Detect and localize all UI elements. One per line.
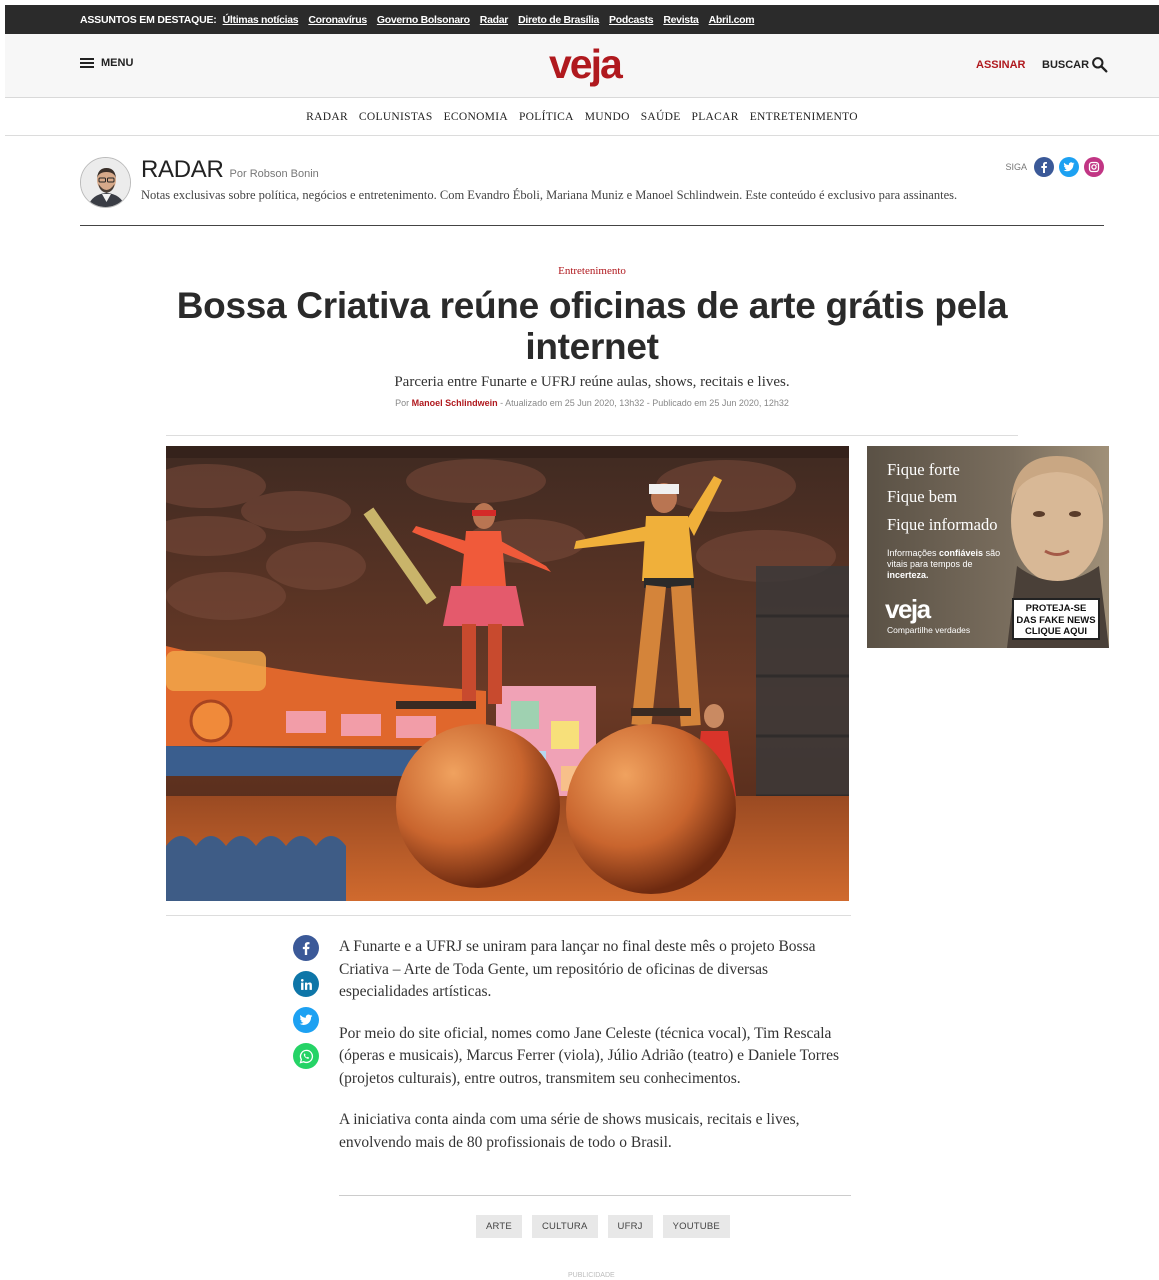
article-byline: Por Manoel Schlindwein - Atualizado em 2…	[0, 398, 1159, 408]
tag-ufrj[interactable]: UFRJ	[607, 1215, 653, 1238]
highlights-label: ASSUNTOS EM DESTAQUE:	[80, 13, 217, 26]
nav-item-colunistas[interactable]: COLUNISTAS	[359, 111, 433, 123]
article-body: A Funarte e a UFRJ se uniram para lançar…	[339, 936, 851, 1173]
ad-cta-button[interactable]: PROTEJA-SE DAS FAKE NEWS CLIQUE AQUI	[1012, 598, 1100, 640]
nav-item-mundo[interactable]: MUNDO	[585, 111, 630, 123]
highlight-link-podcasts[interactable]: Podcasts	[609, 14, 654, 26]
section-nav: RADAR COLUNISTAS ECONOMIA POLÍTICA MUNDO…	[5, 99, 1159, 136]
ad-small-text: Informações confiáveis são vitais para t…	[887, 548, 1007, 581]
byline-author[interactable]: Manoel Schlindwein	[412, 398, 498, 408]
ad-small-bold-2: incerteza.	[887, 570, 929, 580]
ad-line-2: Fique bem	[887, 487, 958, 506]
divider	[339, 1195, 851, 1196]
nav-item-economia[interactable]: ECONOMIA	[444, 111, 508, 123]
highlight-link-brasilia[interactable]: Direto de Brasília	[518, 14, 599, 26]
column-description: Notas exclusivas sobre política, negócio…	[141, 188, 958, 202]
ad-banner[interactable]: Fique forte Fique bem Fique informado In…	[867, 446, 1109, 648]
highlight-link-coronavirus[interactable]: Coronavírus	[308, 14, 367, 26]
ad-veja-logo: veja	[885, 594, 931, 624]
twitter-icon[interactable]	[1059, 157, 1079, 177]
nav-item-saude[interactable]: SAÚDE	[641, 111, 681, 123]
article-subhead: Parceria entre Funarte e UFRJ reúne aula…	[394, 374, 790, 390]
veja-logo[interactable]: veja	[549, 42, 623, 86]
search-label: BUSCAR	[1042, 58, 1090, 71]
ad-tagline: Compartilhe verdades	[887, 625, 971, 635]
ad-cta-line-1: PROTEJA-SE	[1025, 603, 1087, 614]
column-title-group: RADAR Por Robson Bonin	[141, 156, 319, 184]
nav-item-entretenimento[interactable]: ENTRETENIMENTO	[750, 111, 858, 123]
byline-prefix: Por	[395, 398, 410, 408]
highlight-link-radar[interactable]: Radar	[480, 14, 509, 26]
advertising-label: PUBLICIDADE	[568, 1272, 615, 1279]
share-bar	[293, 935, 319, 1069]
hamburger-icon	[80, 58, 94, 68]
share-linkedin-icon[interactable]	[293, 971, 319, 997]
hero-image	[166, 446, 849, 901]
search-button[interactable]: BUSCAR	[1042, 56, 1108, 73]
columnist-avatar[interactable]	[80, 157, 131, 208]
nav-item-politica[interactable]: POLÍTICA	[519, 111, 574, 123]
nav-item-radar[interactable]: RADAR	[306, 111, 348, 123]
byline-dates: - Atualizado em 25 Jun 2020, 13h32 - Pub…	[500, 398, 789, 408]
ad-small-bold-1: confiáveis	[939, 548, 984, 558]
menu-button[interactable]: MENU	[80, 57, 133, 69]
column-author: Por Robson Bonin	[229, 168, 319, 180]
article-paragraph: Por meio do site oficial, nomes como Jan…	[339, 1024, 840, 1087]
share-facebook-icon[interactable]	[293, 935, 319, 961]
column-header: RADAR Por Robson Bonin Notas exclusivas …	[80, 150, 1104, 226]
share-twitter-icon[interactable]	[293, 1007, 319, 1033]
instagram-icon[interactable]	[1084, 157, 1104, 177]
ad-cta-line-3: CLIQUE AQUI	[1025, 626, 1087, 637]
ad-small-text-1: Informações	[887, 548, 937, 558]
follow-label: SIGA	[1005, 162, 1027, 172]
highlight-link-ultimas[interactable]: Últimas notícias	[223, 14, 299, 26]
ad-cta-line-2: DAS FAKE NEWS	[1016, 614, 1096, 626]
divider	[166, 435, 1018, 436]
article-paragraph: A Funarte e a UFRJ se uniram para lançar…	[339, 938, 816, 1000]
article-tags: ARTE CULTURA UFRJ YOUTUBE	[476, 1215, 730, 1238]
highlight-link-abril[interactable]: Abril.com	[709, 14, 755, 26]
tag-arte[interactable]: ARTE	[476, 1215, 522, 1238]
highlights-bar: ASSUNTOS EM DESTAQUE: Últimas notícias C…	[5, 5, 1159, 34]
highlight-link-governo[interactable]: Governo Bolsonaro	[377, 14, 470, 26]
subscribe-link[interactable]: ASSINAR	[976, 59, 1026, 71]
divider	[166, 915, 851, 916]
article-headline: Bossa Criativa reúne oficinas de arte gr…	[176, 285, 1008, 367]
follow-links: SIGA	[1005, 157, 1104, 177]
site-header: MENU veja ASSINAR BUSCAR	[5, 34, 1159, 98]
search-icon	[1092, 57, 1108, 73]
article-paragraph: A iniciativa conta ainda com uma série d…	[339, 1111, 800, 1151]
share-whatsapp-icon[interactable]	[293, 1043, 319, 1069]
menu-label: MENU	[101, 57, 134, 69]
facebook-icon[interactable]	[1034, 157, 1054, 177]
article-category[interactable]: Entretenimento	[0, 265, 1159, 277]
ad-line-1: Fique forte	[887, 460, 960, 479]
column-title[interactable]: RADAR	[141, 156, 224, 184]
tag-youtube[interactable]: YOUTUBE	[662, 1215, 730, 1238]
highlight-link-revista[interactable]: Revista	[663, 14, 699, 26]
ad-line-3: Fique informado	[887, 515, 998, 534]
nav-item-placar[interactable]: PLACAR	[692, 111, 739, 123]
tag-cultura[interactable]: CULTURA	[531, 1215, 598, 1238]
